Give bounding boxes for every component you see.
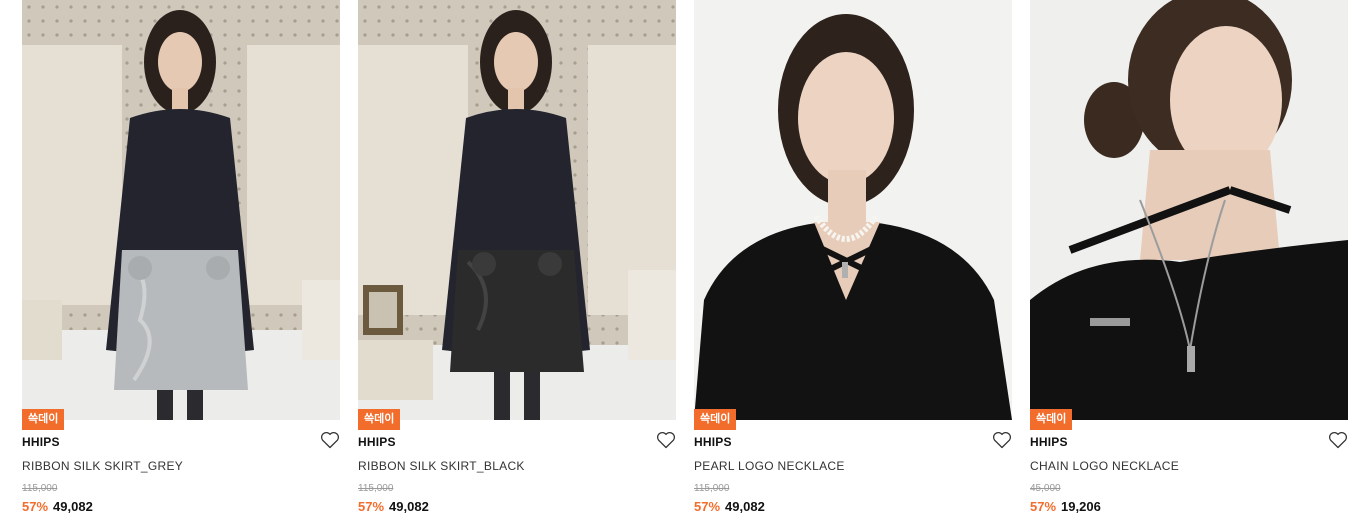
promo-badge: 쓱데이 — [694, 409, 737, 430]
brand-name[interactable]: HHIPS — [1030, 435, 1068, 449]
brand-name[interactable]: HHIPS — [22, 435, 60, 449]
original-price: 115,000 — [694, 483, 730, 494]
discount-rate: 57% — [358, 499, 385, 514]
heart-outline-icon[interactable] — [1328, 431, 1348, 449]
sale-price: 19,206 — [1061, 499, 1101, 514]
product-image[interactable] — [22, 0, 340, 420]
product-image[interactable] — [358, 0, 676, 420]
discount-rate: 57% — [1030, 499, 1057, 514]
product-image[interactable] — [1030, 0, 1348, 420]
product-name[interactable]: RIBBON SILK SKIRT_BLACK — [358, 459, 525, 473]
heart-outline-icon[interactable] — [992, 431, 1012, 449]
discount-rate: 57% — [22, 499, 49, 514]
product-image[interactable] — [694, 0, 1012, 420]
heart-outline-icon[interactable] — [656, 431, 676, 449]
sale-price: 49,082 — [725, 499, 765, 514]
product-name[interactable]: RIBBON SILK SKIRT_GREY — [22, 459, 183, 473]
original-price: 115,000 — [22, 483, 58, 494]
sale-price: 49,082 — [389, 499, 429, 514]
price-row: 57% 49,082 — [22, 499, 93, 514]
brand-name[interactable]: HHIPS — [358, 435, 396, 449]
sale-price: 49,082 — [53, 499, 93, 514]
promo-badge: 쓱데이 — [1030, 409, 1073, 430]
promo-badge: 쓱데이 — [22, 409, 65, 430]
discount-rate: 57% — [694, 499, 721, 514]
heart-outline-icon[interactable] — [320, 431, 340, 449]
product-card[interactable]: 쓱데이 HHIPS PEARL LOGO NECKLACE 115,000 57… — [694, 0, 1012, 527]
promo-badge: 쓱데이 — [358, 409, 401, 430]
price-row: 57% 19,206 — [1030, 499, 1101, 514]
price-row: 57% 49,082 — [694, 499, 765, 514]
product-name[interactable]: CHAIN LOGO NECKLACE — [1030, 459, 1179, 473]
price-row: 57% 49,082 — [358, 499, 429, 514]
product-grid: 쓱데이 HHIPS RIBBON SILK SKIRT_GREY 115,000… — [22, 0, 1348, 527]
product-card[interactable]: 쓱데이 HHIPS RIBBON SILK SKIRT_GREY 115,000… — [22, 0, 340, 527]
original-price: 45,000 — [1030, 483, 1061, 494]
original-price: 115,000 — [358, 483, 394, 494]
product-card[interactable]: 쓱데이 HHIPS RIBBON SILK SKIRT_BLACK 115,00… — [358, 0, 676, 527]
brand-name[interactable]: HHIPS — [694, 435, 732, 449]
product-name[interactable]: PEARL LOGO NECKLACE — [694, 459, 845, 473]
product-card[interactable]: 쓱데이 HHIPS CHAIN LOGO NECKLACE 45,000 57%… — [1030, 0, 1348, 527]
